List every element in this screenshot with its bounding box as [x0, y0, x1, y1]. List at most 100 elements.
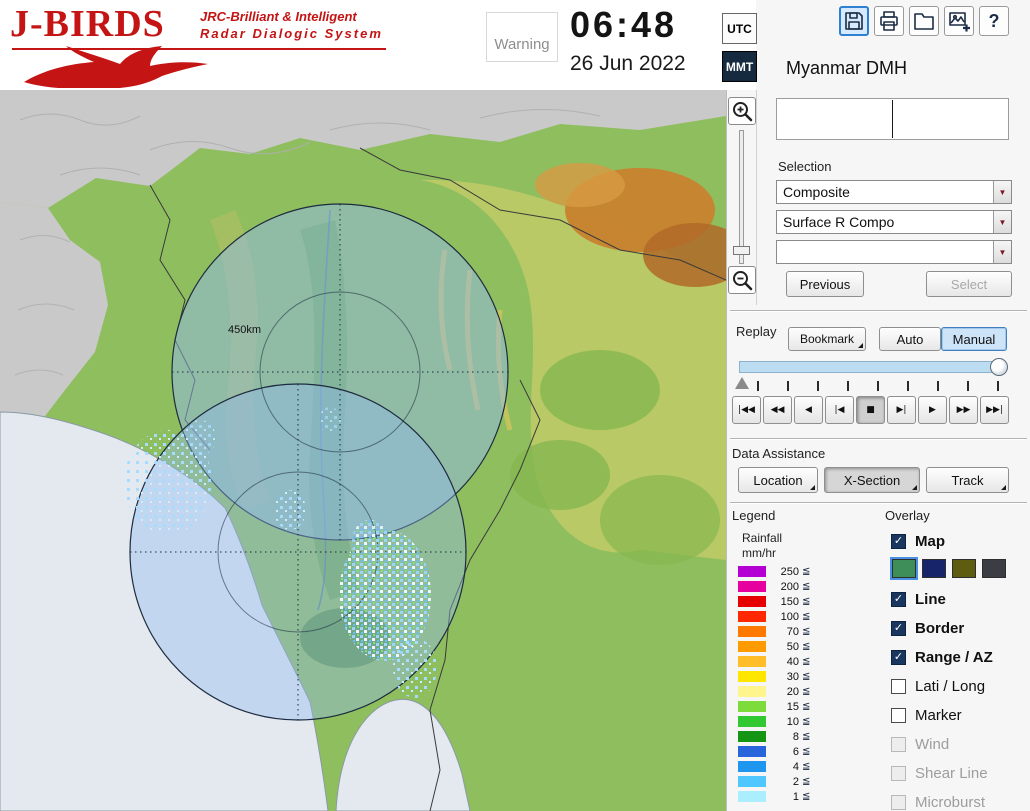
legend-lte-symbol: ≦	[802, 611, 811, 622]
overlay-title: Overlay	[885, 508, 930, 523]
playback-reverse-play-button[interactable]: ◀	[794, 396, 823, 424]
legend-value: 70	[786, 625, 799, 638]
help-button[interactable]: ?	[979, 6, 1009, 36]
overlay-label: Border	[915, 619, 965, 637]
playback-stop-button[interactable]: ■	[856, 396, 885, 424]
legend-row: 70 ≦	[738, 625, 810, 638]
overlay-item-border[interactable]: ✓ Border	[891, 617, 1029, 639]
playback-fast-rewind-button[interactable]: ◀◀	[763, 396, 792, 424]
composite-dropdown[interactable]: Composite ▼	[776, 180, 1012, 204]
replay-label: Replay	[736, 324, 777, 339]
legend-value: 2	[792, 775, 799, 788]
eagle-icon	[24, 46, 208, 88]
playback-step-back-button[interactable]: |◀	[825, 396, 854, 424]
bookmark-button[interactable]: Bookmark	[788, 327, 866, 351]
playback-play-button[interactable]: ▶	[918, 396, 947, 424]
playback-fast-forward-button[interactable]: ▶▶	[949, 396, 978, 424]
track-button-label: Track	[951, 472, 984, 488]
legend-row: 1 ≦	[738, 790, 810, 803]
overlay-label: Range / AZ	[915, 648, 993, 666]
overlay-item-range-az[interactable]: ✓ Range / AZ	[891, 646, 1029, 668]
playback-step-forward-button[interactable]: ▶|	[887, 396, 916, 424]
zoom-slider-track[interactable]	[739, 130, 744, 264]
overlay-item-microburst: Microburst	[891, 791, 1029, 811]
legend-row: 8 ≦	[738, 730, 810, 743]
product-dropdown[interactable]: Surface R Compo ▼	[776, 210, 1012, 234]
map-color-swatch[interactable]	[952, 559, 976, 578]
timezone-mmt-button[interactable]: MMT	[722, 51, 757, 82]
x-section-button[interactable]: X-Section	[824, 467, 920, 493]
playback-skip-end-button[interactable]: ▶▶|	[980, 396, 1009, 424]
legend-title: Legend	[732, 508, 776, 523]
timezone-utc-button[interactable]: UTC	[722, 13, 757, 44]
legend-product-label: Rainfall	[742, 531, 783, 545]
location-button-label: Location	[753, 472, 803, 488]
corner-triangle-icon	[1001, 485, 1006, 490]
manual-button[interactable]: Manual	[941, 327, 1007, 351]
legend-row: 100 ≦	[738, 610, 810, 623]
legend-color-swatch	[738, 641, 766, 652]
overlay-item-map[interactable]: ✓ Map	[891, 530, 1029, 552]
export-image-button[interactable]	[944, 6, 974, 36]
checkbox[interactable]: ✓	[891, 591, 906, 607]
corner-triangle-icon	[858, 343, 863, 348]
chevron-down-icon[interactable]: ▼	[993, 211, 1011, 233]
open-file-button[interactable]	[909, 6, 939, 36]
legend-color-swatch	[738, 716, 766, 727]
legend-lte-symbol: ≦	[802, 776, 811, 787]
legend-color-swatch	[738, 596, 766, 607]
divider	[730, 502, 1027, 504]
text-display-area[interactable]	[776, 98, 1009, 140]
jbirds-app: 450km J-BIRDS JRC-Brilliant & Intelligen…	[0, 0, 1030, 811]
legend-lte-symbol: ≦	[802, 761, 811, 772]
legend-color-swatch	[738, 626, 766, 637]
map-color-swatch[interactable]	[922, 559, 946, 578]
zoom-slider-thumb[interactable]	[733, 246, 750, 255]
legend-color-swatch	[738, 566, 766, 577]
checkbox[interactable]: ✓	[891, 533, 906, 549]
selection-label: Selection	[778, 159, 832, 174]
extra-dropdown[interactable]: ▼	[776, 240, 1012, 264]
composite-dropdown-value: Composite	[783, 184, 850, 200]
checkbox[interactable]	[891, 707, 906, 723]
map-color-swatch[interactable]	[982, 559, 1006, 578]
overlay-item-lati-long[interactable]: Lati / Long	[891, 675, 1029, 697]
station-name: Myanmar DMH	[786, 58, 908, 78]
radar-map[interactable]: 450km	[0, 90, 726, 811]
legend-lte-symbol: ≦	[802, 716, 811, 727]
overlay-label: Microburst	[915, 793, 986, 811]
legend-color-swatch	[738, 686, 766, 697]
save-button[interactable]	[839, 6, 869, 36]
legend-color-swatch	[738, 731, 766, 742]
legend-lte-symbol: ≦	[802, 596, 811, 607]
timeline-start-marker	[735, 377, 749, 389]
zoom-out-button[interactable]	[728, 266, 756, 294]
auto-button[interactable]: Auto	[879, 327, 941, 351]
legend-color-swatch	[738, 656, 766, 667]
print-button[interactable]	[874, 6, 904, 36]
warning-button[interactable]: Warning	[486, 12, 558, 62]
select-button[interactable]: Select	[926, 271, 1012, 297]
checkbox[interactable]	[891, 678, 906, 694]
checkbox[interactable]: ✓	[891, 620, 906, 636]
control-panel: ? Myanmar DMH Selection Composite ▼ Surf…	[726, 0, 1030, 811]
chevron-down-icon[interactable]: ▼	[993, 241, 1011, 263]
legend-lte-symbol: ≦	[802, 656, 811, 667]
legend-color-swatch	[738, 776, 766, 787]
replay-timeline-slider[interactable]	[739, 358, 1008, 376]
legend-row: 250 ≦	[738, 565, 810, 578]
legend-lte-symbol: ≦	[802, 701, 811, 712]
location-button[interactable]: Location	[738, 467, 818, 493]
previous-button[interactable]: Previous	[786, 271, 864, 297]
chevron-down-icon[interactable]: ▼	[993, 181, 1011, 203]
map-color-swatch[interactable]	[890, 557, 918, 580]
zoom-controls	[727, 90, 757, 305]
overlay-item-line[interactable]: ✓ Line	[891, 588, 1029, 610]
overlay-item-marker[interactable]: Marker	[891, 704, 1029, 726]
playback-controls: |◀◀ ◀◀ ◀ |◀ ■ ▶| ▶ ▶▶ ▶▶|	[732, 396, 1009, 424]
zoom-in-button[interactable]	[728, 97, 756, 125]
checkbox[interactable]: ✓	[891, 649, 906, 665]
playback-skip-start-button[interactable]: |◀◀	[732, 396, 761, 424]
track-button[interactable]: Track	[926, 467, 1009, 493]
timeline-thumb[interactable]	[990, 358, 1008, 376]
